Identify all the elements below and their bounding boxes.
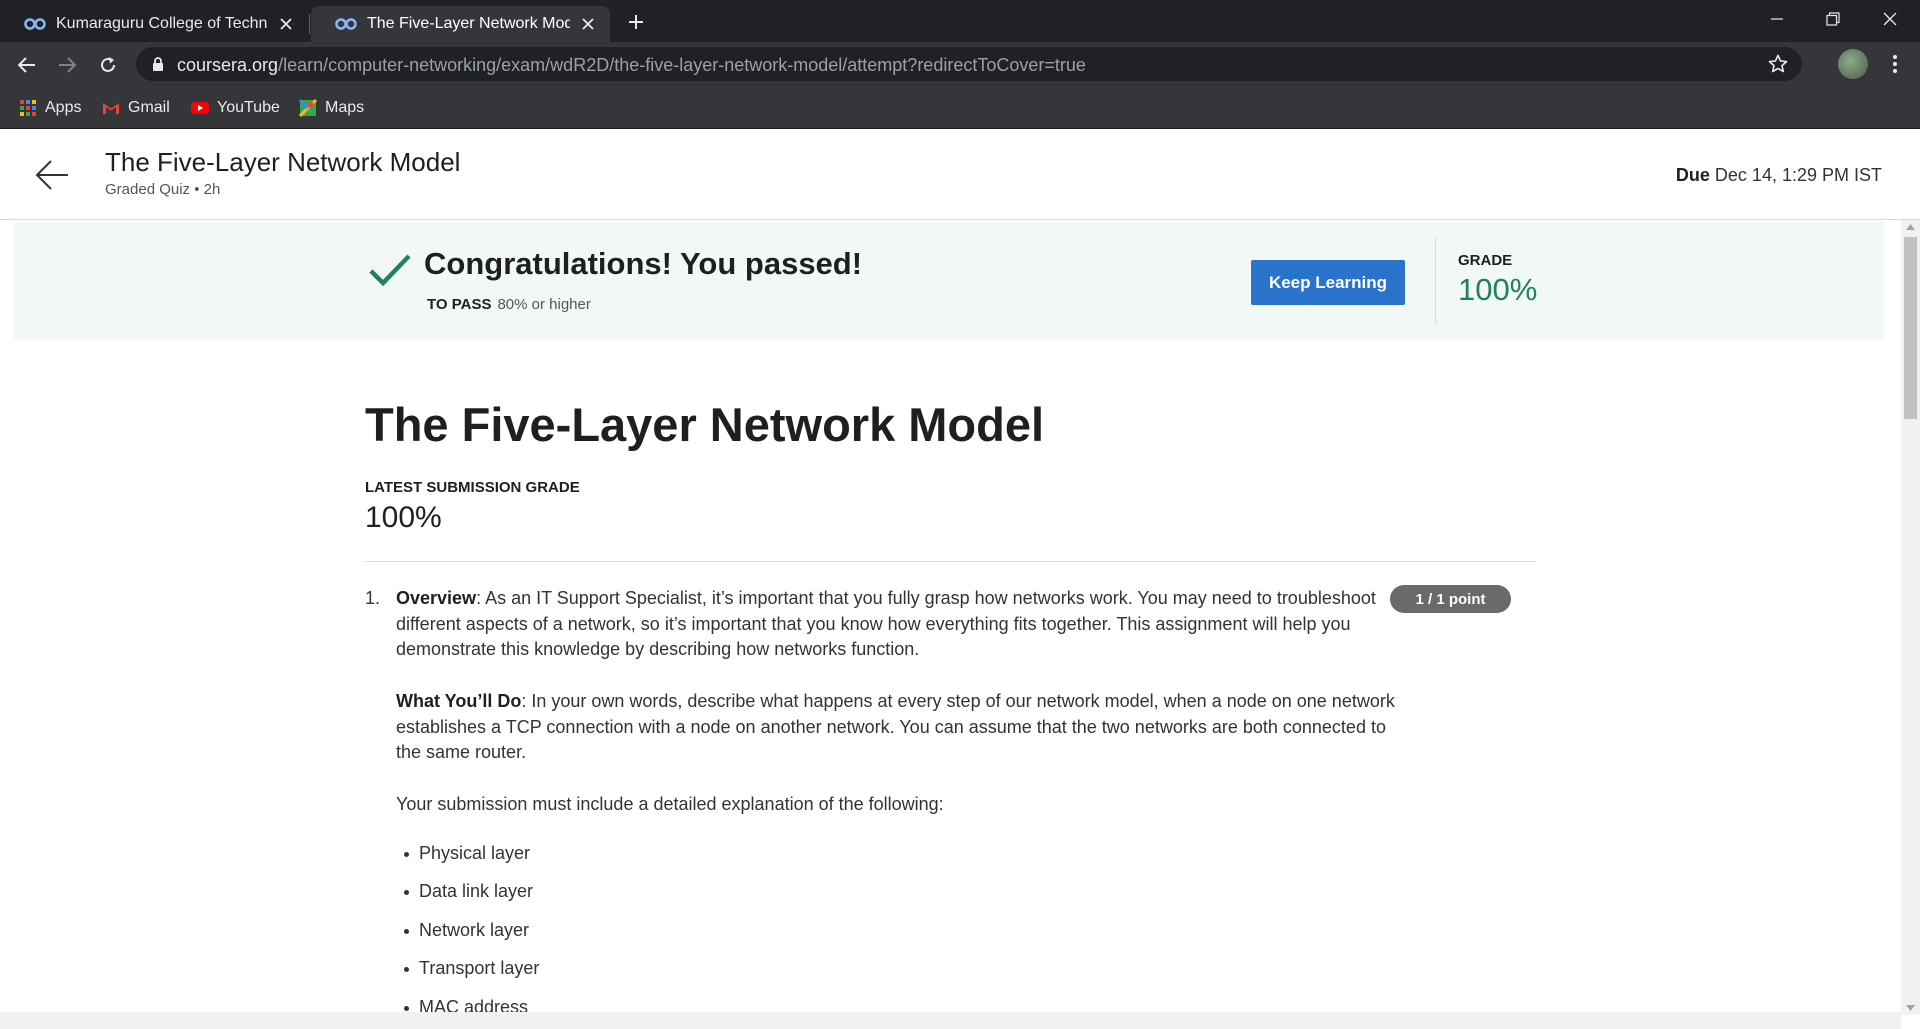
tab-close-icon[interactable] <box>578 14 598 34</box>
list-item: Network layer <box>396 918 1396 957</box>
scroll-up-icon[interactable] <box>1906 224 1915 230</box>
bookmark-gmail[interactable]: Gmail <box>102 95 170 121</box>
forward-button[interactable] <box>50 48 84 82</box>
question-todo: What You’ll Do: In your own words, descr… <box>396 689 1396 766</box>
divider <box>365 561 1535 562</box>
tab-close-icon[interactable] <box>276 14 296 34</box>
quiz-title: The Five-Layer Network Model <box>365 398 1045 451</box>
divider <box>1435 238 1436 324</box>
horizontal-scrollbar[interactable] <box>0 1012 1901 1029</box>
vertical-scrollbar[interactable] <box>1901 220 1920 1015</box>
pass-banner: Congratulations! You passed! TO PASS 80% … <box>14 222 1884 339</box>
coursera-favicon-icon <box>335 18 357 30</box>
more-vert-icon <box>1893 55 1897 73</box>
tab-five-layer-network-model[interactable]: The Five-Layer Network Model | Coursera <box>311 6 610 42</box>
forward-arrow-icon <box>59 57 76 73</box>
list-item: Physical layer <box>396 841 1396 880</box>
plus-icon <box>629 15 643 29</box>
tab-title: Kumaraguru College of Technology <box>56 15 268 32</box>
quiz-subtitle: Graded Quiz • 2h <box>105 181 221 198</box>
points-badge: 1 / 1 point <box>1390 585 1511 613</box>
overview-text: : As an IT Support Specialist, it’s impo… <box>396 588 1376 660</box>
restore-icon <box>1826 12 1840 26</box>
new-tab-button[interactable] <box>622 8 650 36</box>
bookmark-label: Gmail <box>128 99 170 116</box>
to-pass-label: TO PASS <box>427 296 492 313</box>
apps-grid-icon <box>20 100 36 116</box>
question-body: Overview: As an IT Support Specialist, i… <box>396 586 1396 1029</box>
scroll-down-icon[interactable] <box>1906 1005 1915 1011</box>
bookmarks-bar: Apps Gmail YouTube Maps <box>0 87 1920 129</box>
minimize-button[interactable] <box>1749 0 1805 38</box>
bookmark-maps[interactable]: Maps <box>299 95 364 121</box>
bookmark-label: Maps <box>325 99 365 116</box>
page-title: The Five-Layer Network Model <box>105 147 461 177</box>
url-host: coursera.org <box>177 55 279 75</box>
latest-submission-label: LATEST SUBMISSION GRADE <box>365 479 580 496</box>
to-pass-requirement: TO PASS 80% or higher <box>427 296 591 313</box>
list-item: Transport layer <box>396 956 1396 995</box>
profile-avatar[interactable] <box>1838 49 1868 79</box>
close-window-button[interactable] <box>1862 0 1918 38</box>
bookmark-label: YouTube <box>217 99 280 116</box>
browser-menu-button[interactable] <box>1880 49 1910 79</box>
coursera-page: The Five-Layer Network Model Graded Quiz… <box>0 129 1920 1029</box>
grade-value: 100% <box>1458 272 1538 307</box>
browser-tab-bar: Kumaraguru College of Technology The Fiv… <box>0 0 1920 42</box>
bookmark-apps[interactable]: Apps <box>19 95 81 121</box>
due-label: Due <box>1675 165 1710 185</box>
bookmark-youtube[interactable]: YouTube <box>191 95 280 121</box>
back-arrow-icon[interactable] <box>34 157 70 193</box>
tab-title: The Five-Layer Network Model | Coursera <box>367 15 570 32</box>
back-arrow-icon <box>18 57 35 73</box>
keep-learning-button[interactable]: Keep Learning <box>1251 260 1405 305</box>
question-number: 1. <box>365 588 381 608</box>
lock-icon <box>153 57 163 71</box>
minimize-icon <box>1771 18 1783 20</box>
bookmark-star-icon[interactable] <box>1768 54 1788 74</box>
address-bar[interactable]: coursera.org/learn/computer-networking/e… <box>136 47 1802 81</box>
restore-button[interactable] <box>1805 0 1861 38</box>
tab-kumaraguru[interactable]: Kumaraguru College of Technology <box>0 6 308 42</box>
pass-message: Congratulations! You passed! <box>424 246 863 281</box>
question-overview: Overview: As an IT Support Specialist, i… <box>396 586 1396 663</box>
checkmark-icon <box>369 254 411 287</box>
bookmark-label: Apps <box>45 99 82 116</box>
quiz-header: The Five-Layer Network Model Graded Quiz… <box>0 129 1920 220</box>
close-icon <box>1883 12 1897 26</box>
back-button[interactable] <box>10 48 44 82</box>
list-item: Data link layer <box>396 879 1396 918</box>
todo-label: What You’ll Do <box>396 690 522 711</box>
url-path: /learn/computer-networking/exam/wdR2D/th… <box>278 55 1086 75</box>
reload-icon <box>101 57 115 72</box>
coursera-favicon-icon <box>24 18 46 30</box>
youtube-icon <box>191 102 209 114</box>
todo-text: : In your own words, describe what happe… <box>396 690 1395 763</box>
to-pass-value: 80% or higher <box>497 296 591 313</box>
tab-separator <box>309 14 310 34</box>
browser-toolbar: coursera.org/learn/computer-networking/e… <box>0 42 1920 87</box>
gmail-icon <box>103 103 119 114</box>
requirements-intro: Your submission must include a detailed … <box>396 793 944 814</box>
due-date: Due Dec 14, 1:29 PM IST <box>1676 165 1882 186</box>
scrollbar-thumb[interactable] <box>1904 237 1917 419</box>
reload-button[interactable] <box>91 48 125 82</box>
latest-submission-grade: 100% <box>365 501 442 534</box>
requirements-list: Physical layer Data link layer Network l… <box>396 841 1396 1029</box>
overview-label: Overview <box>396 588 477 608</box>
grade-label: GRADE <box>1458 252 1513 269</box>
maps-icon <box>299 99 317 117</box>
due-value: Dec 14, 1:29 PM IST <box>1714 165 1882 185</box>
url-text: coursera.org/learn/computer-networking/e… <box>177 55 1086 76</box>
